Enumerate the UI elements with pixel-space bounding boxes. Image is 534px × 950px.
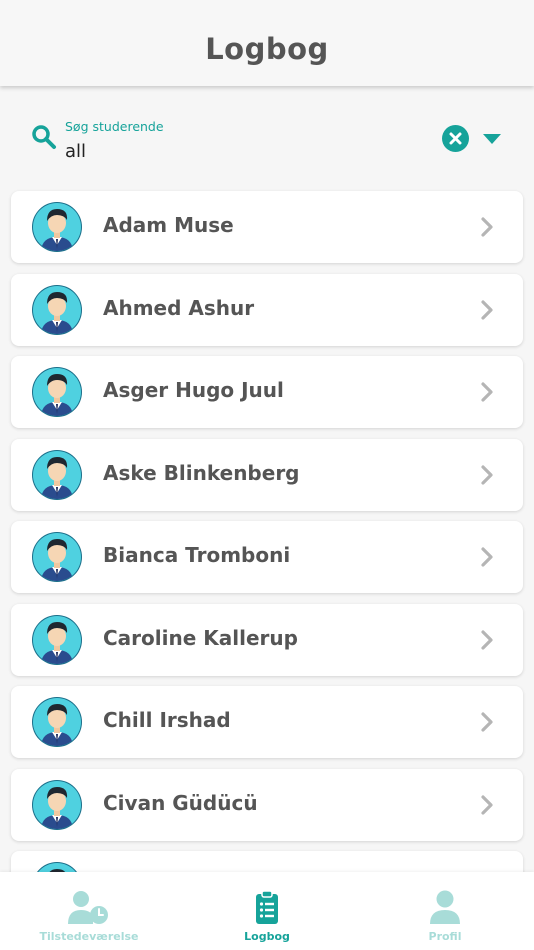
student-card[interactable]: Asger Hugo Juul bbox=[11, 356, 523, 428]
student-card[interactable]: Chill Irshad bbox=[11, 686, 523, 758]
student-search[interactable]: Søg studerende all bbox=[0, 104, 534, 170]
avatar bbox=[31, 284, 83, 336]
tab-label: Profil bbox=[428, 930, 462, 943]
search-input[interactable]: all bbox=[65, 141, 86, 162]
student-name: Aske Blinkenberg bbox=[103, 460, 300, 485]
search-icon bbox=[32, 125, 56, 149]
search-label: Søg studerende bbox=[65, 119, 164, 134]
student-card[interactable]: Adam Muse bbox=[11, 191, 523, 263]
app-header: Logbog bbox=[0, 0, 534, 86]
student-card[interactable]: Caroline Kallerup bbox=[11, 603, 523, 676]
avatar bbox=[31, 366, 83, 418]
chevron-right-icon bbox=[481, 712, 493, 732]
tab-label: Logbog bbox=[244, 930, 290, 943]
student-name: Civan Güdücü bbox=[103, 790, 258, 815]
x-mark-icon bbox=[449, 132, 462, 145]
avatar bbox=[31, 779, 83, 831]
clear-icon[interactable] bbox=[442, 125, 469, 152]
chevron-right-icon bbox=[481, 547, 493, 567]
tab-label: Tilstedeværelse bbox=[39, 930, 139, 943]
avatar bbox=[31, 696, 83, 748]
student-card[interactable]: Bianca Tromboni bbox=[11, 521, 523, 593]
student-card[interactable]: Civan Güdücü bbox=[11, 768, 523, 841]
student-name: Chill Irshad bbox=[103, 708, 231, 732]
student-name: Ahmed Ashur bbox=[103, 295, 255, 320]
caret-down-icon[interactable] bbox=[482, 133, 502, 145]
attendance-icon bbox=[68, 891, 108, 924]
chevron-right-icon bbox=[481, 299, 493, 320]
student-name: Bianca Tromboni bbox=[103, 543, 291, 567]
tab-bar: Tilstedeværelse Logbog Profil bbox=[0, 872, 534, 950]
student-list[interactable]: Adam Muse Ahmed Ashur Asger Hugo Juul Aske … bbox=[0, 180, 534, 872]
chevron-right-icon bbox=[481, 464, 493, 485]
chevron-right-icon bbox=[481, 217, 493, 237]
tab-attendance[interactable]: Tilstedeværelse bbox=[0, 872, 178, 950]
chevron-right-icon bbox=[481, 382, 493, 402]
student-card[interactable] bbox=[11, 851, 523, 872]
avatar bbox=[31, 449, 83, 501]
student-name: Caroline Kallerup bbox=[103, 625, 298, 650]
avatar bbox=[31, 531, 83, 583]
avatar bbox=[31, 614, 83, 666]
tab-profile[interactable]: Profil bbox=[356, 872, 534, 950]
avatar bbox=[31, 861, 83, 872]
student-name: Adam Muse bbox=[103, 213, 234, 237]
chevron-right-icon bbox=[481, 629, 493, 650]
student-card[interactable]: Ahmed Ashur bbox=[11, 273, 523, 346]
student-name: Asger Hugo Juul bbox=[103, 378, 284, 402]
student-card[interactable]: Aske Blinkenberg bbox=[11, 438, 523, 511]
page-title: Logbog bbox=[205, 32, 329, 66]
tab-logbook[interactable]: Logbog bbox=[178, 872, 356, 950]
profile-icon bbox=[430, 890, 460, 924]
chevron-right-icon bbox=[481, 794, 493, 815]
logbook-icon bbox=[256, 890, 278, 924]
avatar bbox=[31, 201, 83, 253]
